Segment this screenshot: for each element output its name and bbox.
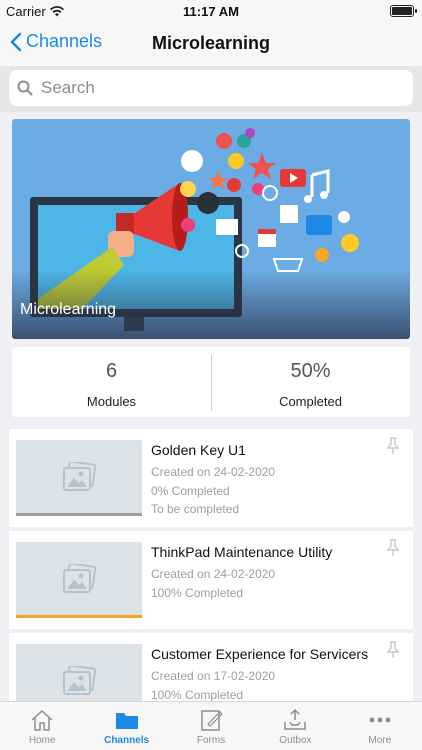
tab-label: More: [368, 735, 392, 746]
image-placeholder-icon: [63, 666, 96, 695]
module-created: Created on 17-02-2020: [151, 669, 276, 683]
tab-bar: Home Channels Forms Outbox More: [0, 701, 422, 750]
progress-bar: [16, 513, 142, 516]
tab-more[interactable]: More: [338, 702, 422, 750]
search-icon: [17, 80, 33, 96]
stat-label: Completed: [279, 394, 342, 409]
list-item[interactable]: Golden Key U1 Created on 24-02-2020 0% C…: [9, 429, 413, 527]
module-created: Created on 24-02-2020: [151, 567, 276, 581]
stats-card: 6 Modules 50% Completed: [12, 347, 410, 417]
module-title: Golden Key U1: [151, 442, 246, 458]
module-thumbnail: [16, 440, 142, 516]
form-icon: [201, 710, 223, 731]
tab-home[interactable]: Home: [0, 702, 84, 750]
page-title: Microlearning: [151, 33, 271, 53]
module-title: Customer Experience for Servicers: [151, 646, 369, 662]
list-item[interactable]: ThinkPad Maintenance Utility Created on …: [9, 531, 413, 629]
banner-title: Microlearning: [20, 301, 117, 318]
folder-icon: [115, 713, 138, 729]
tab-label: Forms: [196, 735, 226, 746]
tab-label: Channels: [104, 735, 150, 746]
channel-banner: Microlearning: [12, 119, 410, 339]
module-list: Golden Key U1 Created on 24-02-2020 0% C…: [9, 429, 413, 701]
status-time: 11:17 AM: [183, 4, 239, 19]
search-input[interactable]: [41, 78, 381, 98]
status-bar: Carrier 11:17 AM: [0, 0, 422, 22]
pin-icon[interactable]: [387, 641, 399, 659]
search-container: [0, 66, 422, 112]
module-progress-text: 100% Completed: [151, 688, 244, 701]
module-progress-text: 100% Completed: [151, 586, 244, 600]
navigation-bar: Channels Microlearning: [0, 22, 422, 66]
tab-label: Outbox: [279, 735, 312, 746]
pin-icon[interactable]: [387, 437, 399, 455]
progress-bar: [16, 615, 142, 618]
stat-modules: 6 Modules: [12, 347, 211, 417]
tab-label: Home: [28, 735, 56, 746]
home-icon: [31, 710, 53, 731]
module-created: Created on 24-02-2020: [151, 465, 276, 479]
pin-icon[interactable]: [387, 539, 399, 557]
module-title: ThinkPad Maintenance Utility: [151, 544, 333, 560]
stat-value: 6: [105, 360, 118, 382]
outbox-icon: [284, 708, 307, 730]
module-thumbnail: [16, 644, 142, 701]
stat-completed: 50% Completed: [211, 347, 410, 417]
stat-label: Modules: [86, 394, 137, 409]
tab-channels[interactable]: Channels: [84, 702, 168, 750]
module-progress-text: 0% Completed: [151, 484, 230, 498]
module-thumbnail: [16, 542, 142, 618]
list-item[interactable]: Customer Experience for Servicers Create…: [9, 633, 413, 701]
image-placeholder-icon: [63, 564, 96, 593]
image-placeholder-icon: [63, 462, 96, 491]
tab-outbox[interactable]: Outbox: [253, 702, 337, 750]
module-status: To be completed: [151, 502, 240, 516]
more-icon: [369, 717, 391, 723]
search-bar[interactable]: [9, 70, 413, 106]
stat-value: 50%: [290, 360, 331, 382]
battery-icon: [390, 5, 417, 17]
tab-forms[interactable]: Forms: [169, 702, 253, 750]
